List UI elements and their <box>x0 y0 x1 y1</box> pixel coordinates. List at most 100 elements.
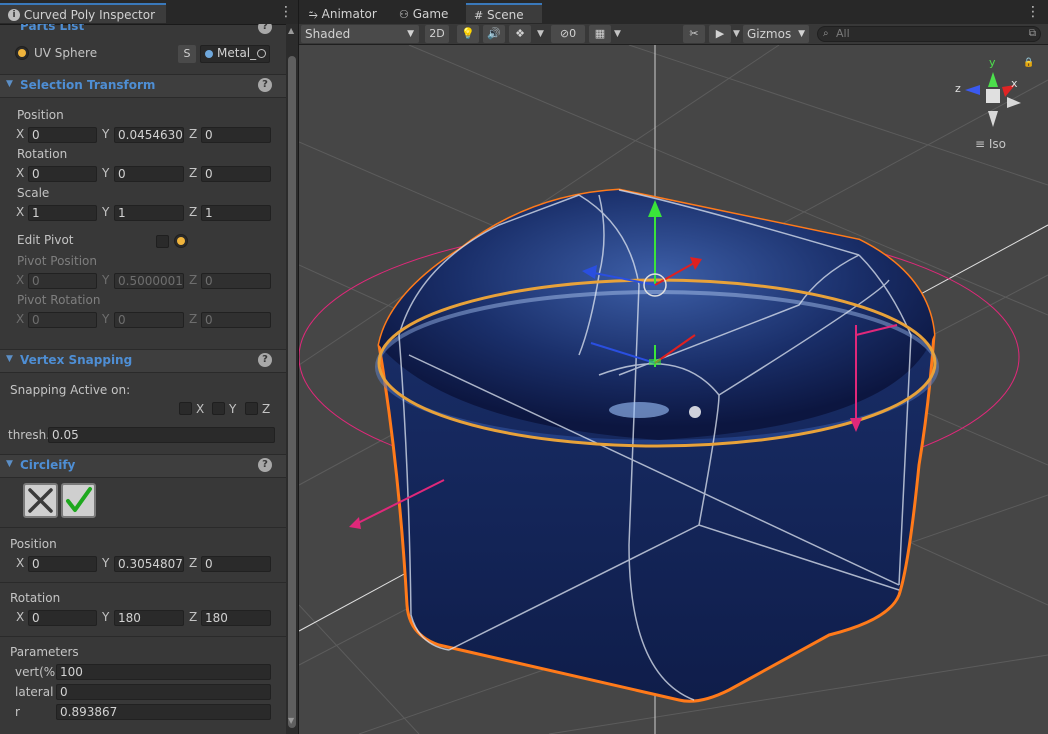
inspector-menu-icon[interactable]: ⋮ <box>279 3 293 21</box>
tools-icon[interactable]: ✂ <box>683 25 705 43</box>
gizmos-dropdown[interactable]: Gizmos ▼ <box>743 25 809 43</box>
scale-x-field[interactable]: 1 <box>28 205 97 221</box>
svg-text:y: y <box>989 56 996 69</box>
foldout-arrow-icon: ▼ <box>6 354 13 364</box>
circleify-header[interactable]: ▼ Circleify ? <box>0 454 286 478</box>
tab-label: Curved Poly Inspector <box>23 8 156 22</box>
gamepad-icon: ⚇ <box>399 8 409 21</box>
cancel-button[interactable] <box>23 483 58 518</box>
help-icon[interactable]: ? <box>258 24 272 34</box>
orientation-gizmo[interactable]: y z x <box>955 56 1021 127</box>
svg-text:z: z <box>955 82 961 95</box>
apply-button[interactable] <box>61 483 96 518</box>
axis-z-label: Z <box>189 273 198 287</box>
snap-y-checkbox[interactable] <box>212 402 225 415</box>
animator-icon: ⥲ <box>309 8 318 21</box>
s-button[interactable]: S <box>178 45 196 63</box>
foldout-arrow-icon: ▼ <box>6 459 13 469</box>
scroll-down-icon[interactable]: ▼ <box>288 716 294 725</box>
circleify-rotation-y-field[interactable]: 180 <box>114 610 184 626</box>
edit-pivot-radio[interactable] <box>174 234 188 248</box>
position-z-field[interactable]: 0 <box>201 127 271 143</box>
hidden-objects-toggle[interactable]: ⊘0 <box>551 25 585 43</box>
material-field[interactable]: Metal_ <box>200 45 270 63</box>
inspector-tab-strip: i Curved Poly Inspector ⋮ <box>0 0 298 25</box>
chevron-down-icon: ▼ <box>798 29 805 39</box>
inspector-scrollbar[interactable]: ▲ ▼ <box>286 24 298 734</box>
edit-pivot-checkbox[interactable] <box>156 235 169 248</box>
tab-curved-poly-inspector[interactable]: i Curved Poly Inspector <box>0 3 166 23</box>
object-picker-icon[interactable] <box>257 49 266 58</box>
axis-y-label: Y <box>102 273 110 287</box>
tab-game[interactable]: ⚇ Game <box>391 4 463 24</box>
rotation-y-field[interactable]: 0 <box>114 166 184 182</box>
camera-dropdown-icon[interactable]: ▼ <box>733 24 740 44</box>
circleify-position-x-field[interactable]: 0 <box>28 556 97 572</box>
axis-z-label: Z <box>189 556 198 570</box>
lateral-field[interactable]: 0 <box>56 684 271 700</box>
circleify-position-z-field[interactable]: 0 <box>201 556 271 572</box>
scroll-up-icon[interactable]: ▲ <box>288 26 294 35</box>
axis-x-label: X <box>16 556 25 570</box>
axis-y-label: Y <box>102 312 110 326</box>
snap-x-checkbox[interactable] <box>179 402 192 415</box>
grid-icon: # <box>474 9 484 22</box>
parameters-label: Parameters <box>10 645 79 659</box>
scene-tab-strip: ⥲ Animator ⚇ Game # Scene ⋮ <box>299 0 1048 25</box>
circleify-position-y-field[interactable]: 0.3054807 <box>114 556 184 572</box>
pivot-rotation-z-field: 0 <box>201 312 271 328</box>
scale-y-field[interactable]: 1 <box>114 205 184 221</box>
lock-icon: 🔒 <box>1023 57 1034 68</box>
close-icon <box>28 488 53 513</box>
snapping-active-label: Snapping Active on: <box>10 383 131 397</box>
toggle-2d-button[interactable]: 2D <box>425 25 449 43</box>
axis-y-label: Y <box>102 166 110 180</box>
scale-label: Scale <box>17 186 50 200</box>
search-filter-icon[interactable]: ⧉ <box>1029 27 1036 41</box>
tab-animator[interactable]: ⥲ Animator <box>301 4 391 24</box>
rotation-x-field[interactable]: 0 <box>28 166 97 182</box>
axis-x-label: X <box>16 166 25 180</box>
lighting-toggle-icon[interactable]: 💡 <box>457 25 479 43</box>
position-x-field[interactable]: 0 <box>28 127 97 143</box>
divider <box>0 636 286 637</box>
help-icon[interactable]: ? <box>258 78 272 92</box>
tab-scene[interactable]: # Scene <box>466 3 542 23</box>
vert-field[interactable]: 100 <box>56 664 271 680</box>
help-icon[interactable]: ? <box>258 458 272 472</box>
hamburger-icon: ≡ <box>975 137 986 151</box>
inspector-body: Parts List ? UV Sphere S Metal_ ▼ Select… <box>0 24 286 734</box>
scene-search-input[interactable]: ⌕ All ⧉ <box>817 26 1041 42</box>
effects-dropdown-icon[interactable]: ▼ <box>537 24 544 44</box>
axis-z-label: Z <box>189 610 198 624</box>
position-y-field[interactable]: 0.0454630 <box>114 127 184 143</box>
grid-toggle-icon[interactable]: ▦ <box>589 25 611 43</box>
camera-icon[interactable]: ▶ <box>709 25 731 43</box>
audio-toggle-icon[interactable]: 🔊 <box>483 25 505 43</box>
scale-z-field[interactable]: 1 <box>201 205 271 221</box>
help-icon[interactable]: ? <box>258 353 272 367</box>
view-mode-label[interactable]: ≡ Iso <box>975 137 1006 151</box>
scrollbar-thumb[interactable] <box>288 56 296 728</box>
shading-mode-dropdown[interactable]: Shaded ▼ <box>301 25 419 43</box>
scene-menu-icon[interactable]: ⋮ <box>1026 3 1040 21</box>
grid-dropdown-icon[interactable]: ▼ <box>614 24 621 44</box>
thresh-field[interactable]: 0.05 <box>48 427 275 443</box>
inspector-panel: i Curved Poly Inspector ⋮ Parts List ? U… <box>0 0 298 734</box>
scene-viewport[interactable]: y z x 🔒 ≡ Iso <box>299 45 1048 734</box>
part-toggle[interactable] <box>15 46 29 60</box>
thresh-label: thresh. <box>8 428 51 442</box>
selection-transform-header[interactable]: ▼ Selection Transform ? <box>0 74 286 98</box>
vertex-snapping-header[interactable]: ▼ Vertex Snapping ? <box>0 349 286 373</box>
effects-toggle-icon[interactable]: ❖ <box>509 25 531 43</box>
rotation-label: Rotation <box>17 147 68 161</box>
snap-z-checkbox[interactable] <box>245 402 258 415</box>
circleify-rotation-x-field[interactable]: 0 <box>28 610 97 626</box>
snap-z-label: Z <box>262 402 271 416</box>
rotation-z-field[interactable]: 0 <box>201 166 271 182</box>
circleify-rotation-z-field[interactable]: 180 <box>201 610 271 626</box>
axis-y-label: Y <box>102 556 110 570</box>
axis-z-label: Z <box>189 127 198 141</box>
position-label: Position <box>17 108 64 122</box>
r-field[interactable]: 0.893867 <box>56 704 271 720</box>
